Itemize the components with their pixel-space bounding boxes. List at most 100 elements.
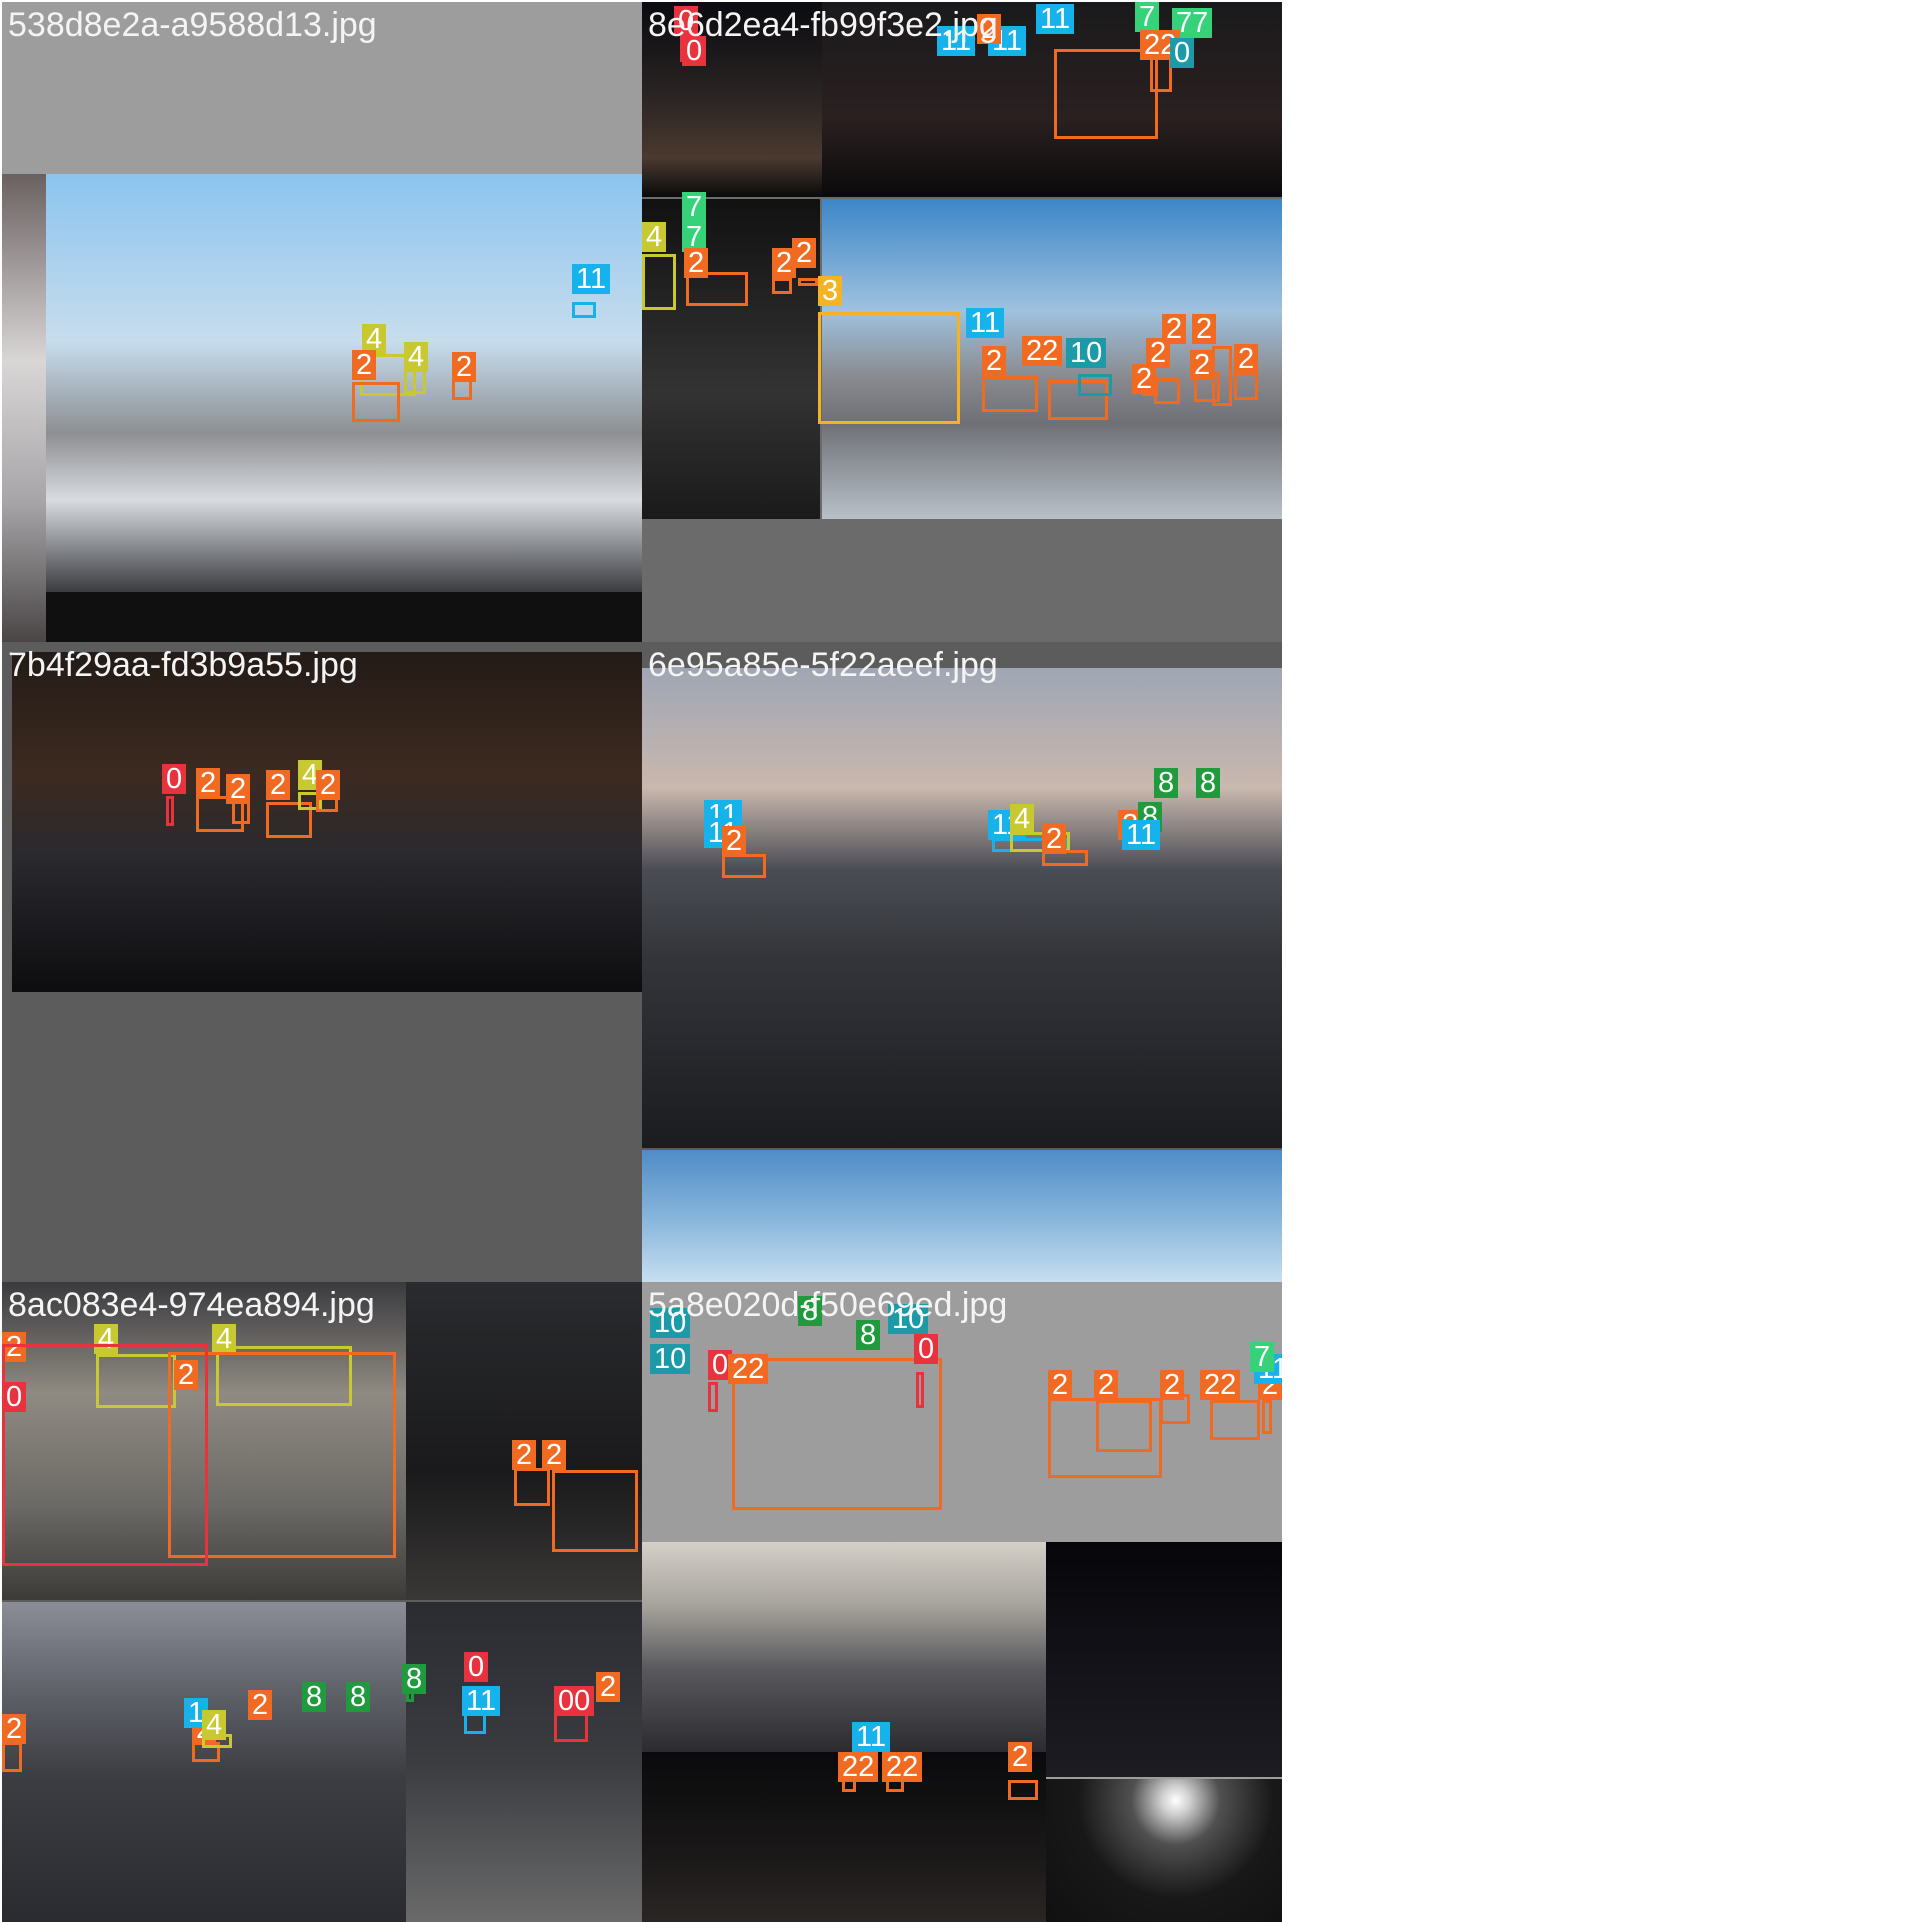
bounding-box bbox=[1210, 1400, 1260, 1440]
mosaic-tile: 2442022221428880110028ac083e4-974ea894.j… bbox=[2, 1282, 642, 1922]
bounding-box bbox=[708, 1382, 718, 1412]
bounding-box bbox=[2, 1742, 22, 1772]
class-label: 22 bbox=[1022, 336, 1063, 366]
class-label: 2 bbox=[792, 238, 817, 268]
class-label: 22 bbox=[838, 1752, 879, 1782]
class-label: 0 bbox=[914, 1334, 939, 1364]
class-label: 22 bbox=[728, 1354, 769, 1384]
class-label: 22 bbox=[1200, 1370, 1241, 1400]
class-label: 8 bbox=[302, 1682, 327, 1712]
tile-filename: 8e6d2ea4-fb99f3e2.jpg bbox=[648, 6, 998, 44]
class-label: 2 bbox=[1234, 344, 1259, 374]
class-label: 7 bbox=[682, 192, 707, 222]
class-label: 2 bbox=[1094, 1370, 1119, 1400]
class-label: 2 bbox=[982, 346, 1007, 376]
class-label: 00 bbox=[554, 1686, 595, 1716]
scene-photo bbox=[642, 1542, 1046, 1752]
bounding-box bbox=[982, 376, 1038, 412]
class-label: 11 bbox=[462, 1686, 501, 1716]
class-label: 4 bbox=[212, 1324, 237, 1354]
class-label: 22 bbox=[882, 1752, 923, 1782]
scene-photo bbox=[642, 1150, 1282, 1282]
class-label: 2 bbox=[1048, 1370, 1073, 1400]
class-label: 0 bbox=[2, 1382, 27, 1412]
class-label: 2 bbox=[722, 826, 747, 856]
class-label: 3 bbox=[818, 276, 843, 306]
bounding-box bbox=[916, 1372, 924, 1408]
class-label: 4 bbox=[404, 342, 429, 372]
class-label: 2 bbox=[196, 768, 221, 798]
bounding-box bbox=[1096, 1400, 1152, 1452]
class-label: 2 bbox=[1192, 314, 1217, 344]
scene-photo bbox=[1046, 1779, 1282, 1922]
bounding-box bbox=[1078, 374, 1112, 396]
class-label: 2 bbox=[684, 248, 709, 278]
bounding-box bbox=[1212, 346, 1232, 406]
class-label: 8 bbox=[346, 1682, 371, 1712]
scene-photo bbox=[406, 1602, 642, 1922]
class-label: 4 bbox=[202, 1710, 227, 1740]
class-label: 8 bbox=[1154, 768, 1179, 798]
tile-filename: 7b4f29aa-fd3b9a55.jpg bbox=[8, 646, 358, 684]
class-label: 4 bbox=[1010, 804, 1035, 834]
class-label: 2 bbox=[316, 770, 341, 800]
mosaic-tile: 11 4 4 2 2 538d8e2a-a9588d13.jpg bbox=[2, 2, 642, 642]
mosaic-tile: 1111211422888116e95a85e-5f22aeef.jpg bbox=[642, 642, 1282, 1282]
scene-photo bbox=[46, 174, 642, 592]
bounding-box bbox=[1262, 1400, 1272, 1434]
bounding-box bbox=[818, 312, 960, 424]
mosaic-tile: 81081010022022222211711222225a8e020d-f50… bbox=[642, 1282, 1282, 1922]
class-label: 10 bbox=[1066, 338, 1107, 368]
scene-photo bbox=[2, 174, 46, 642]
class-label: 11 bbox=[1036, 4, 1075, 34]
bounding-box bbox=[722, 854, 766, 878]
class-label: 0 bbox=[1170, 38, 1195, 68]
class-label: 2 bbox=[1008, 1742, 1033, 1772]
scene-photo bbox=[2, 1602, 406, 1922]
class-label: 11 bbox=[1122, 820, 1161, 850]
class-label: 2 bbox=[248, 1690, 273, 1720]
class-label: 2 bbox=[352, 350, 377, 380]
bounding-box bbox=[2, 1344, 208, 1566]
class-label: 8 bbox=[402, 1664, 427, 1694]
detection-mosaic: 11 4 4 2 2 538d8e2a-a9588d13.jpg 0 0 11 11 11 2 7 77 2… bbox=[0, 0, 1284, 1922]
class-label: 11 bbox=[852, 1722, 891, 1752]
tile-filename: 5a8e020d-f50e69ed.jpg bbox=[648, 1286, 1008, 1324]
tile-filename: 6e95a85e-5f22aeef.jpg bbox=[648, 646, 998, 684]
class-label: 0 bbox=[464, 1652, 489, 1682]
class-label: 2 bbox=[1042, 824, 1067, 854]
scene-photo bbox=[46, 592, 642, 642]
scene-photo bbox=[12, 652, 642, 992]
bounding-box bbox=[1234, 372, 1258, 400]
class-label: 2 bbox=[512, 1440, 537, 1470]
tile-filename: 8ac083e4-974ea894.jpg bbox=[8, 1286, 375, 1324]
bounding-box bbox=[798, 278, 818, 286]
class-label: 2 bbox=[226, 774, 251, 804]
class-label: 2 bbox=[266, 770, 291, 800]
class-label: 2 bbox=[452, 352, 477, 382]
bounding-box bbox=[1054, 49, 1158, 139]
class-label: 7 bbox=[1135, 2, 1160, 32]
bounding-box bbox=[514, 1468, 550, 1506]
class-label: 8 bbox=[856, 1320, 881, 1350]
class-label: 11 bbox=[966, 308, 1005, 338]
class-label: 4 bbox=[642, 222, 667, 252]
bounding-box bbox=[1008, 1780, 1038, 1800]
scene-photo bbox=[1046, 1542, 1282, 1777]
bounding-box bbox=[772, 278, 792, 294]
bounding-box bbox=[1150, 56, 1172, 92]
bounding-box bbox=[572, 302, 596, 318]
class-label: 2 bbox=[1160, 1370, 1185, 1400]
class-label: 8 bbox=[1196, 768, 1221, 798]
bounding-box bbox=[642, 254, 676, 310]
class-label: 2 bbox=[596, 1672, 621, 1702]
class-label: 0 bbox=[162, 764, 187, 794]
class-label: 7 bbox=[1250, 1342, 1275, 1372]
class-label: 2 bbox=[542, 1440, 567, 1470]
class-label: 2 bbox=[1132, 364, 1157, 394]
class-label: 11 bbox=[572, 264, 611, 294]
mosaic-tile: 0 2 2 2 4 2 7b4f29aa-fd3b9a55.jpg bbox=[2, 642, 642, 1282]
class-label: 2 bbox=[2, 1714, 27, 1744]
bounding-box bbox=[166, 796, 174, 826]
class-label: 2 bbox=[1190, 350, 1215, 380]
